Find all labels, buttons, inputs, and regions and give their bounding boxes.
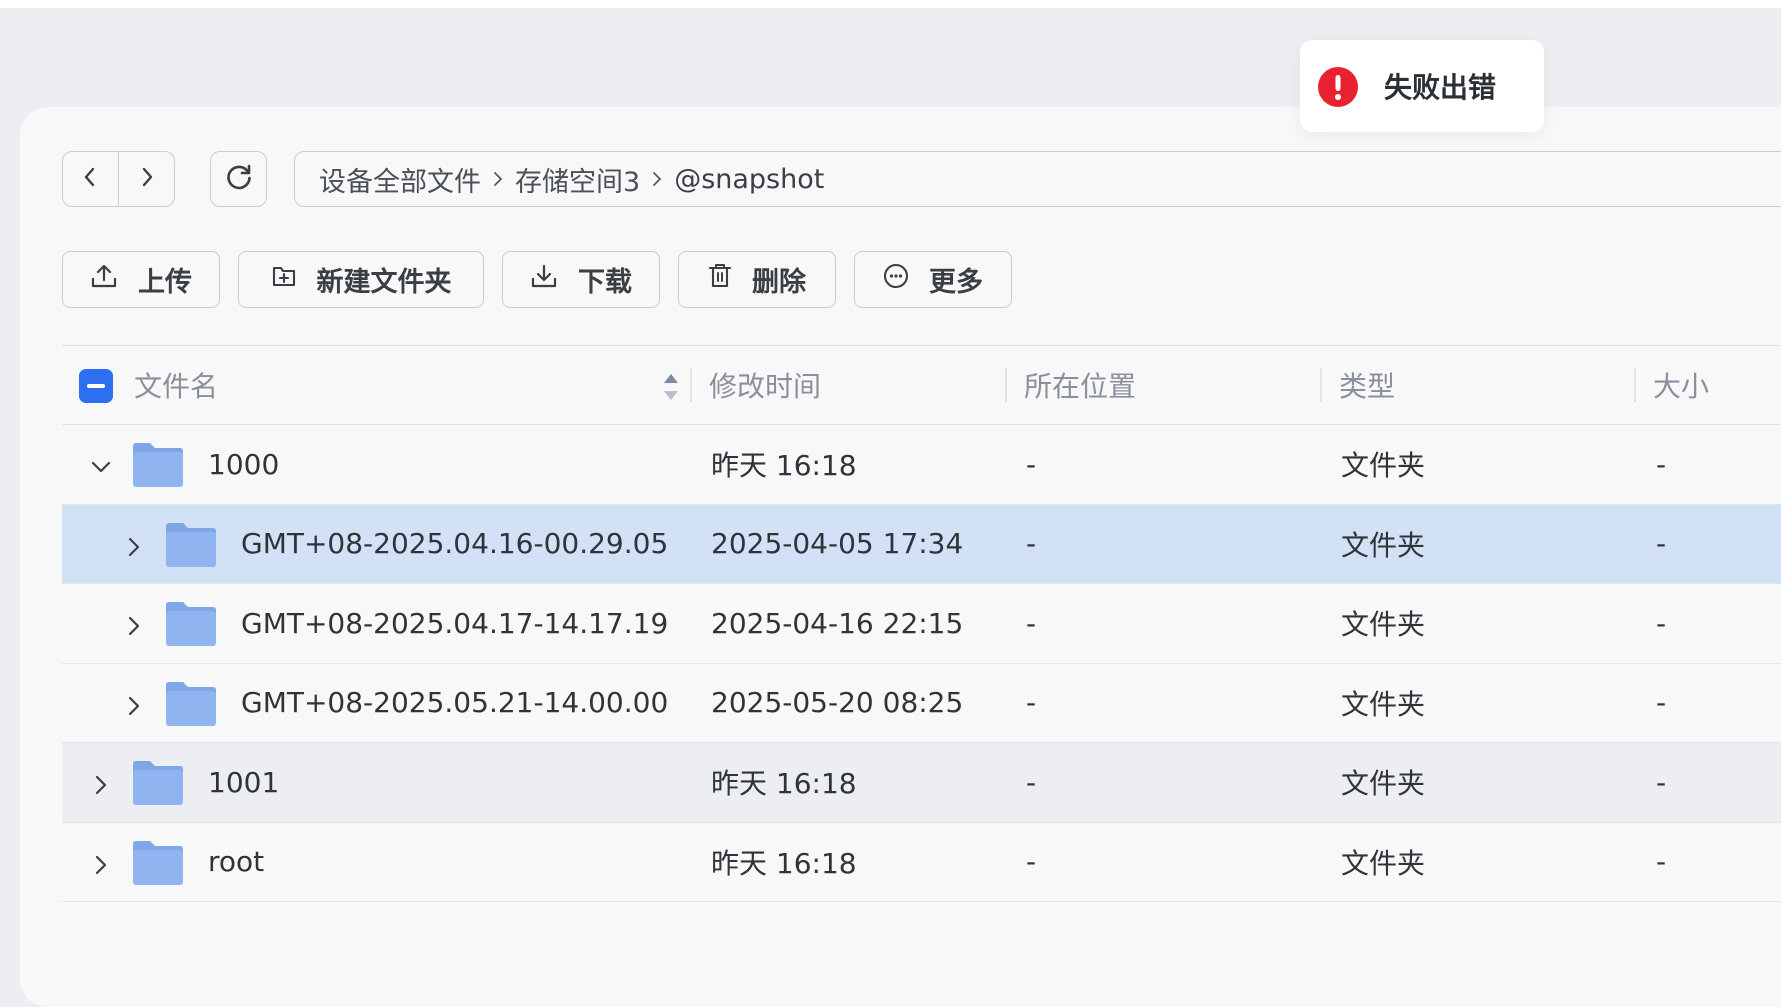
modified-time: 昨天 16:18	[711, 449, 857, 482]
window-top-edge	[0, 0, 1781, 8]
file-type: 文件夹	[1341, 608, 1426, 641]
more-label: 更多	[929, 267, 983, 298]
chevron-right-icon	[652, 171, 662, 187]
file-type: 文件夹	[1341, 449, 1426, 482]
chevron-right-icon[interactable]	[123, 532, 145, 565]
modified-time: 昨天 16:18	[711, 767, 857, 800]
file-type: 文件夹	[1341, 767, 1426, 800]
location: -	[1026, 447, 1037, 481]
table-header: 文件名 修改时间 所在位置 类型 大小	[62, 345, 1781, 425]
file-size: -	[1656, 686, 1667, 719]
chevron-right-icon	[139, 166, 155, 192]
column-header-location[interactable]: 所在位置	[1024, 346, 1136, 424]
column-header-name[interactable]: 文件名	[134, 346, 218, 424]
column-divider[interactable]	[1320, 368, 1322, 402]
modified-time: 2025-05-20 08:25	[711, 686, 964, 719]
chevron-right-icon[interactable]	[90, 850, 112, 883]
delete-label: 删除	[752, 267, 806, 298]
file-size: -	[1656, 845, 1667, 878]
table-row[interactable]: GMT+08-2025.04.17-14.17.19 2025-04-16 22:…	[62, 584, 1781, 664]
chevron-right-icon[interactable]	[123, 611, 145, 644]
toast-message: 失败出错	[1384, 71, 1497, 104]
chevron-right-icon[interactable]	[90, 770, 112, 803]
forward-button[interactable]	[119, 152, 174, 206]
location: -	[1026, 765, 1037, 799]
location: -	[1026, 686, 1037, 719]
file-name[interactable]: GMT+08-2025.04.16-00.29.05	[241, 505, 668, 583]
table-row[interactable]: 1000 昨天 16:18 - 文件夹 -	[62, 425, 1781, 505]
new-folder-label: 新建文件夹	[316, 267, 452, 298]
table-body: 1000 昨天 16:18- 文件夹 - GMT+08-2025.04.16-00.29…	[62, 425, 1781, 902]
refresh-icon	[224, 162, 254, 196]
download-label: 下载	[578, 267, 632, 298]
sort-icon[interactable]	[662, 371, 680, 407]
column-divider[interactable]	[1005, 368, 1007, 402]
delete-button[interactable]: 删除	[678, 251, 836, 308]
refresh-button[interactable]	[210, 151, 267, 207]
download-button[interactable]: 下载	[502, 251, 660, 308]
chevron-down-icon[interactable]	[90, 452, 112, 485]
folder-icon	[164, 522, 218, 575]
folder-icon	[164, 601, 218, 654]
folder-icon	[131, 840, 185, 893]
file-name[interactable]: GMT+08-2025.05.21-14.00.00	[241, 664, 668, 742]
folder-icon	[164, 681, 218, 734]
chevron-right-icon[interactable]	[123, 691, 145, 724]
column-header-modified[interactable]: 修改时间	[709, 346, 821, 424]
breadcrumb-item-root[interactable]: 设备全部文件	[319, 160, 481, 199]
select-all-checkbox[interactable]	[79, 369, 113, 403]
file-size: -	[1656, 527, 1667, 560]
error-toast: 失败出错	[1300, 40, 1544, 132]
file-size: -	[1656, 606, 1667, 640]
file-table: 文件名 修改时间 所在位置 类型 大小 1000 昨天 16:18- 文件夹 - GMT…	[62, 345, 1781, 902]
back-button[interactable]	[63, 152, 118, 206]
error-exclamation-icon	[1318, 67, 1358, 107]
file-type: 文件夹	[1341, 846, 1426, 880]
new-folder-icon	[271, 263, 297, 296]
download-icon	[530, 263, 558, 296]
file-name[interactable]: GMT+08-2025.04.17-14.17.19	[241, 584, 668, 662]
table-row[interactable]: root 昨天 16:18 - 文件夹 -	[62, 823, 1781, 902]
location: -	[1026, 606, 1037, 640]
location: -	[1026, 527, 1037, 560]
file-size: -	[1656, 447, 1667, 481]
file-name[interactable]: 1000	[208, 425, 279, 503]
modified-time: 昨天 16:18	[711, 846, 857, 880]
more-dots-icon	[883, 263, 909, 296]
folder-icon	[131, 760, 185, 813]
column-header-type[interactable]: 类型	[1339, 346, 1395, 424]
breadcrumb-item-current[interactable]: @snapshot	[674, 164, 824, 195]
file-type: 文件夹	[1341, 528, 1426, 562]
table-row[interactable]: 1001 昨天 16:18 - 文件夹 -	[62, 743, 1781, 823]
column-header-size[interactable]: 大小	[1653, 346, 1709, 424]
upload-button[interactable]: 上传	[62, 251, 220, 308]
file-name[interactable]: 1001	[208, 743, 279, 821]
breadcrumb: 设备全部文件 存储空间3 @snapshot	[294, 151, 1781, 207]
folder-icon	[131, 442, 185, 495]
file-name[interactable]: root	[208, 823, 264, 901]
upload-label: 上传	[138, 267, 192, 298]
column-divider[interactable]	[690, 368, 692, 402]
action-toolbar: 上传 新建文件夹 下载 删除 更多	[62, 251, 1012, 308]
column-divider[interactable]	[1634, 368, 1636, 402]
breadcrumb-item-storage[interactable]: 存储空间3	[515, 160, 640, 199]
file-type: 文件夹	[1341, 687, 1426, 721]
modified-time: 2025-04-05 17:34	[711, 527, 964, 560]
table-row[interactable]: GMT+08-2025.05.21-14.00.00 2025-05-20 08:…	[62, 664, 1781, 743]
modified-time: 2025-04-16 22:15	[711, 606, 964, 640]
chevron-left-icon	[82, 166, 98, 192]
chevron-right-icon	[493, 171, 503, 187]
file-size: -	[1656, 765, 1667, 799]
more-button[interactable]: 更多	[854, 251, 1012, 308]
new-folder-button[interactable]: 新建文件夹	[238, 251, 484, 308]
trash-icon	[708, 263, 732, 296]
table-row[interactable]: GMT+08-2025.04.16-00.29.05 2025-04-05 17:…	[62, 504, 1781, 584]
history-nav	[62, 151, 175, 207]
location: -	[1026, 845, 1037, 878]
upload-icon	[90, 263, 118, 296]
